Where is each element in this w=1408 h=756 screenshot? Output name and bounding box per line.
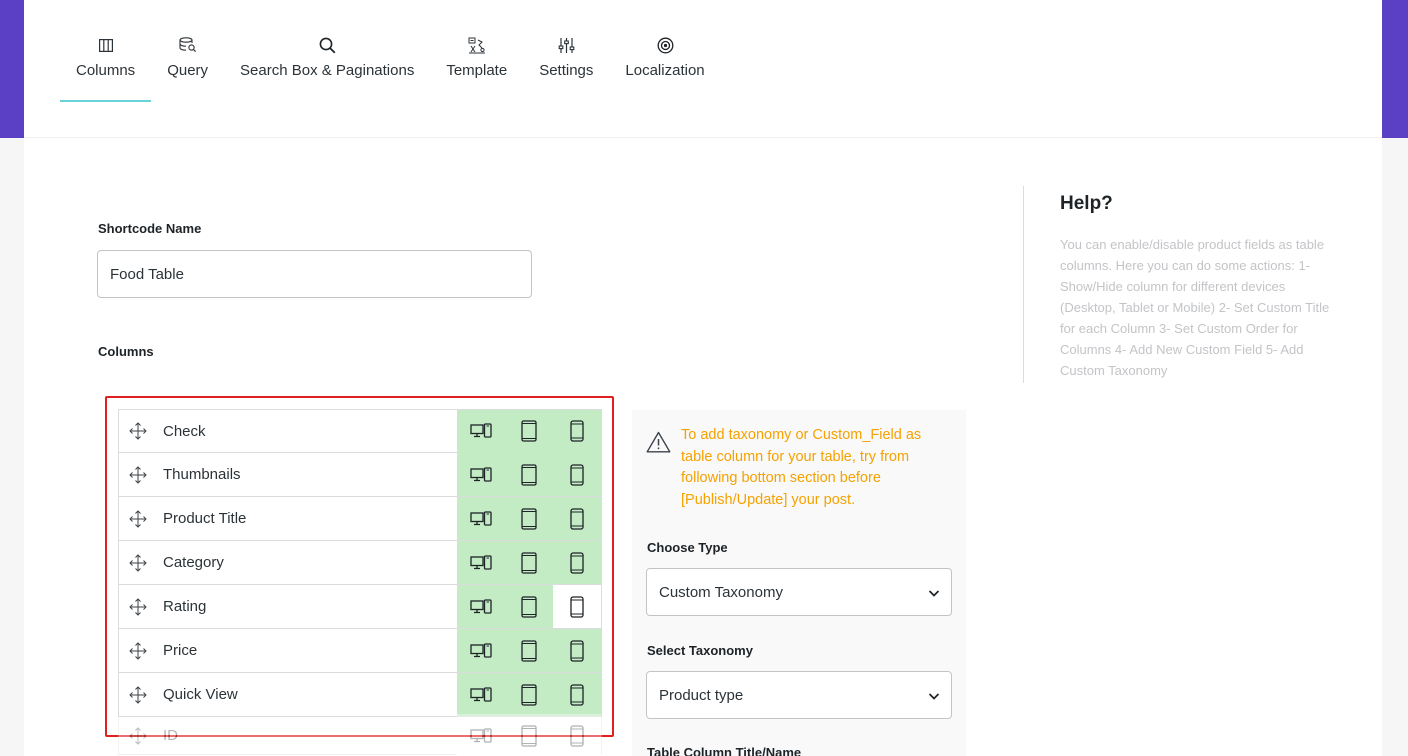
settings-tabs: Columns Query Search Box & Paginations T… bbox=[60, 30, 721, 102]
move-handle-icon[interactable] bbox=[119, 685, 157, 704]
mobile-toggle-icon[interactable] bbox=[553, 409, 601, 453]
columns-icon bbox=[97, 36, 115, 54]
column-row[interactable]: Quick View bbox=[118, 673, 602, 717]
move-handle-icon[interactable] bbox=[119, 509, 157, 528]
move-handle-icon[interactable] bbox=[119, 422, 157, 440]
tablet-toggle-icon[interactable] bbox=[505, 453, 553, 496]
move-handle-icon[interactable] bbox=[119, 553, 157, 572]
desktop-toggle-icon[interactable] bbox=[457, 497, 505, 540]
mobile-toggle-icon[interactable] bbox=[553, 497, 601, 540]
tablet-toggle-icon[interactable] bbox=[505, 714, 553, 756]
tab-label: Localization bbox=[625, 62, 705, 79]
help-divider bbox=[1023, 186, 1024, 383]
mobile-toggle-icon[interactable] bbox=[553, 714, 601, 756]
mobile-toggle-icon[interactable] bbox=[553, 453, 601, 496]
column-row[interactable]: Price bbox=[118, 629, 602, 673]
warning-icon bbox=[646, 431, 671, 458]
tab-settings[interactable]: Settings bbox=[523, 30, 609, 102]
column-name: Product Title bbox=[163, 510, 247, 527]
desktop-toggle-icon[interactable] bbox=[457, 541, 505, 584]
column-row[interactable]: Rating bbox=[118, 585, 602, 629]
column-name: Rating bbox=[163, 598, 207, 615]
tablet-toggle-icon[interactable] bbox=[505, 673, 553, 716]
page-gutter-left bbox=[0, 138, 24, 756]
move-handle-icon[interactable] bbox=[119, 641, 157, 660]
desktop-toggle-icon[interactable] bbox=[457, 453, 505, 496]
desktop-toggle-icon[interactable] bbox=[457, 585, 505, 628]
choose-type-select[interactable]: Custom Taxonomy bbox=[646, 568, 952, 616]
database-search-icon bbox=[179, 36, 197, 54]
select-taxonomy-value: Product type bbox=[659, 686, 744, 704]
tab-search-box-paginations[interactable]: Search Box & Paginations bbox=[224, 30, 430, 102]
column-name: Check bbox=[163, 422, 206, 440]
search-icon bbox=[318, 36, 336, 54]
shortcode-name-input[interactable] bbox=[97, 250, 532, 298]
tab-label: Search Box & Paginations bbox=[240, 62, 415, 79]
column-row[interactable]: Thumbnails bbox=[118, 453, 602, 497]
column-title-label: Table Column Title/Name bbox=[647, 745, 802, 756]
choose-type-value: Custom Taxonomy bbox=[659, 583, 783, 601]
help-text: You can enable/disable product fields as… bbox=[1060, 237, 1330, 378]
tablet-toggle-icon[interactable] bbox=[505, 629, 553, 672]
tab-columns[interactable]: Columns bbox=[60, 30, 152, 102]
desktop-toggle-icon[interactable] bbox=[457, 409, 505, 453]
desktop-toggle-icon[interactable] bbox=[457, 629, 505, 672]
brand-band-left bbox=[0, 0, 24, 138]
page-gutter-right bbox=[1382, 138, 1408, 756]
choose-type-label: Choose Type bbox=[647, 540, 728, 555]
columns-list: Check Thumbnails Product Title Category Rati… bbox=[118, 409, 602, 756]
select-taxonomy-label: Select Taxonomy bbox=[647, 643, 753, 658]
column-row[interactable]: ID bbox=[118, 714, 602, 756]
tablet-toggle-icon[interactable] bbox=[505, 585, 553, 628]
tab-template[interactable]: Template bbox=[430, 30, 523, 102]
chevron-down-icon bbox=[927, 586, 941, 604]
tab-query[interactable]: Query bbox=[151, 30, 224, 102]
sliders-icon bbox=[557, 36, 575, 54]
move-handle-icon[interactable] bbox=[119, 726, 157, 745]
column-name: Quick View bbox=[163, 686, 238, 703]
mobile-toggle-icon[interactable] bbox=[553, 541, 601, 584]
tablet-toggle-icon[interactable] bbox=[505, 541, 553, 584]
mobile-toggle-icon[interactable] bbox=[553, 629, 601, 672]
column-name: Thumbnails bbox=[163, 466, 241, 483]
desktop-toggle-icon[interactable] bbox=[457, 673, 505, 716]
tablet-toggle-icon[interactable] bbox=[505, 497, 553, 540]
header-divider bbox=[24, 137, 1382, 138]
shortcode-name-label: Shortcode Name bbox=[98, 221, 202, 236]
mobile-toggle-icon[interactable] bbox=[553, 585, 601, 628]
tab-label: Template bbox=[446, 62, 508, 79]
move-handle-icon[interactable] bbox=[119, 597, 157, 616]
tab-label: Settings bbox=[539, 62, 594, 79]
help-title: Help? bbox=[1060, 193, 1113, 214]
column-name: ID bbox=[163, 727, 178, 744]
tab-localization[interactable]: Localization bbox=[609, 30, 720, 102]
tab-label: Query bbox=[167, 62, 209, 79]
tablet-toggle-icon[interactable] bbox=[505, 409, 553, 453]
column-row[interactable]: Check bbox=[118, 409, 602, 453]
desktop-toggle-icon[interactable] bbox=[457, 714, 505, 756]
column-name: Price bbox=[163, 642, 198, 659]
tab-label: Columns bbox=[76, 62, 136, 79]
move-handle-icon[interactable] bbox=[119, 465, 157, 484]
target-icon bbox=[656, 36, 674, 54]
chevron-down-icon bbox=[927, 689, 941, 707]
template-icon bbox=[468, 36, 486, 54]
mobile-toggle-icon[interactable] bbox=[553, 673, 601, 716]
columns-label: Columns bbox=[98, 344, 154, 359]
column-name: Category bbox=[163, 554, 224, 571]
column-row[interactable]: Category bbox=[118, 541, 602, 585]
column-row[interactable]: Product Title bbox=[118, 497, 602, 541]
taxonomy-warning-text: To add taxonomy or Custom_Field as table… bbox=[681, 427, 922, 508]
select-taxonomy-select[interactable]: Product type bbox=[646, 671, 952, 719]
brand-band-right bbox=[1382, 0, 1408, 138]
